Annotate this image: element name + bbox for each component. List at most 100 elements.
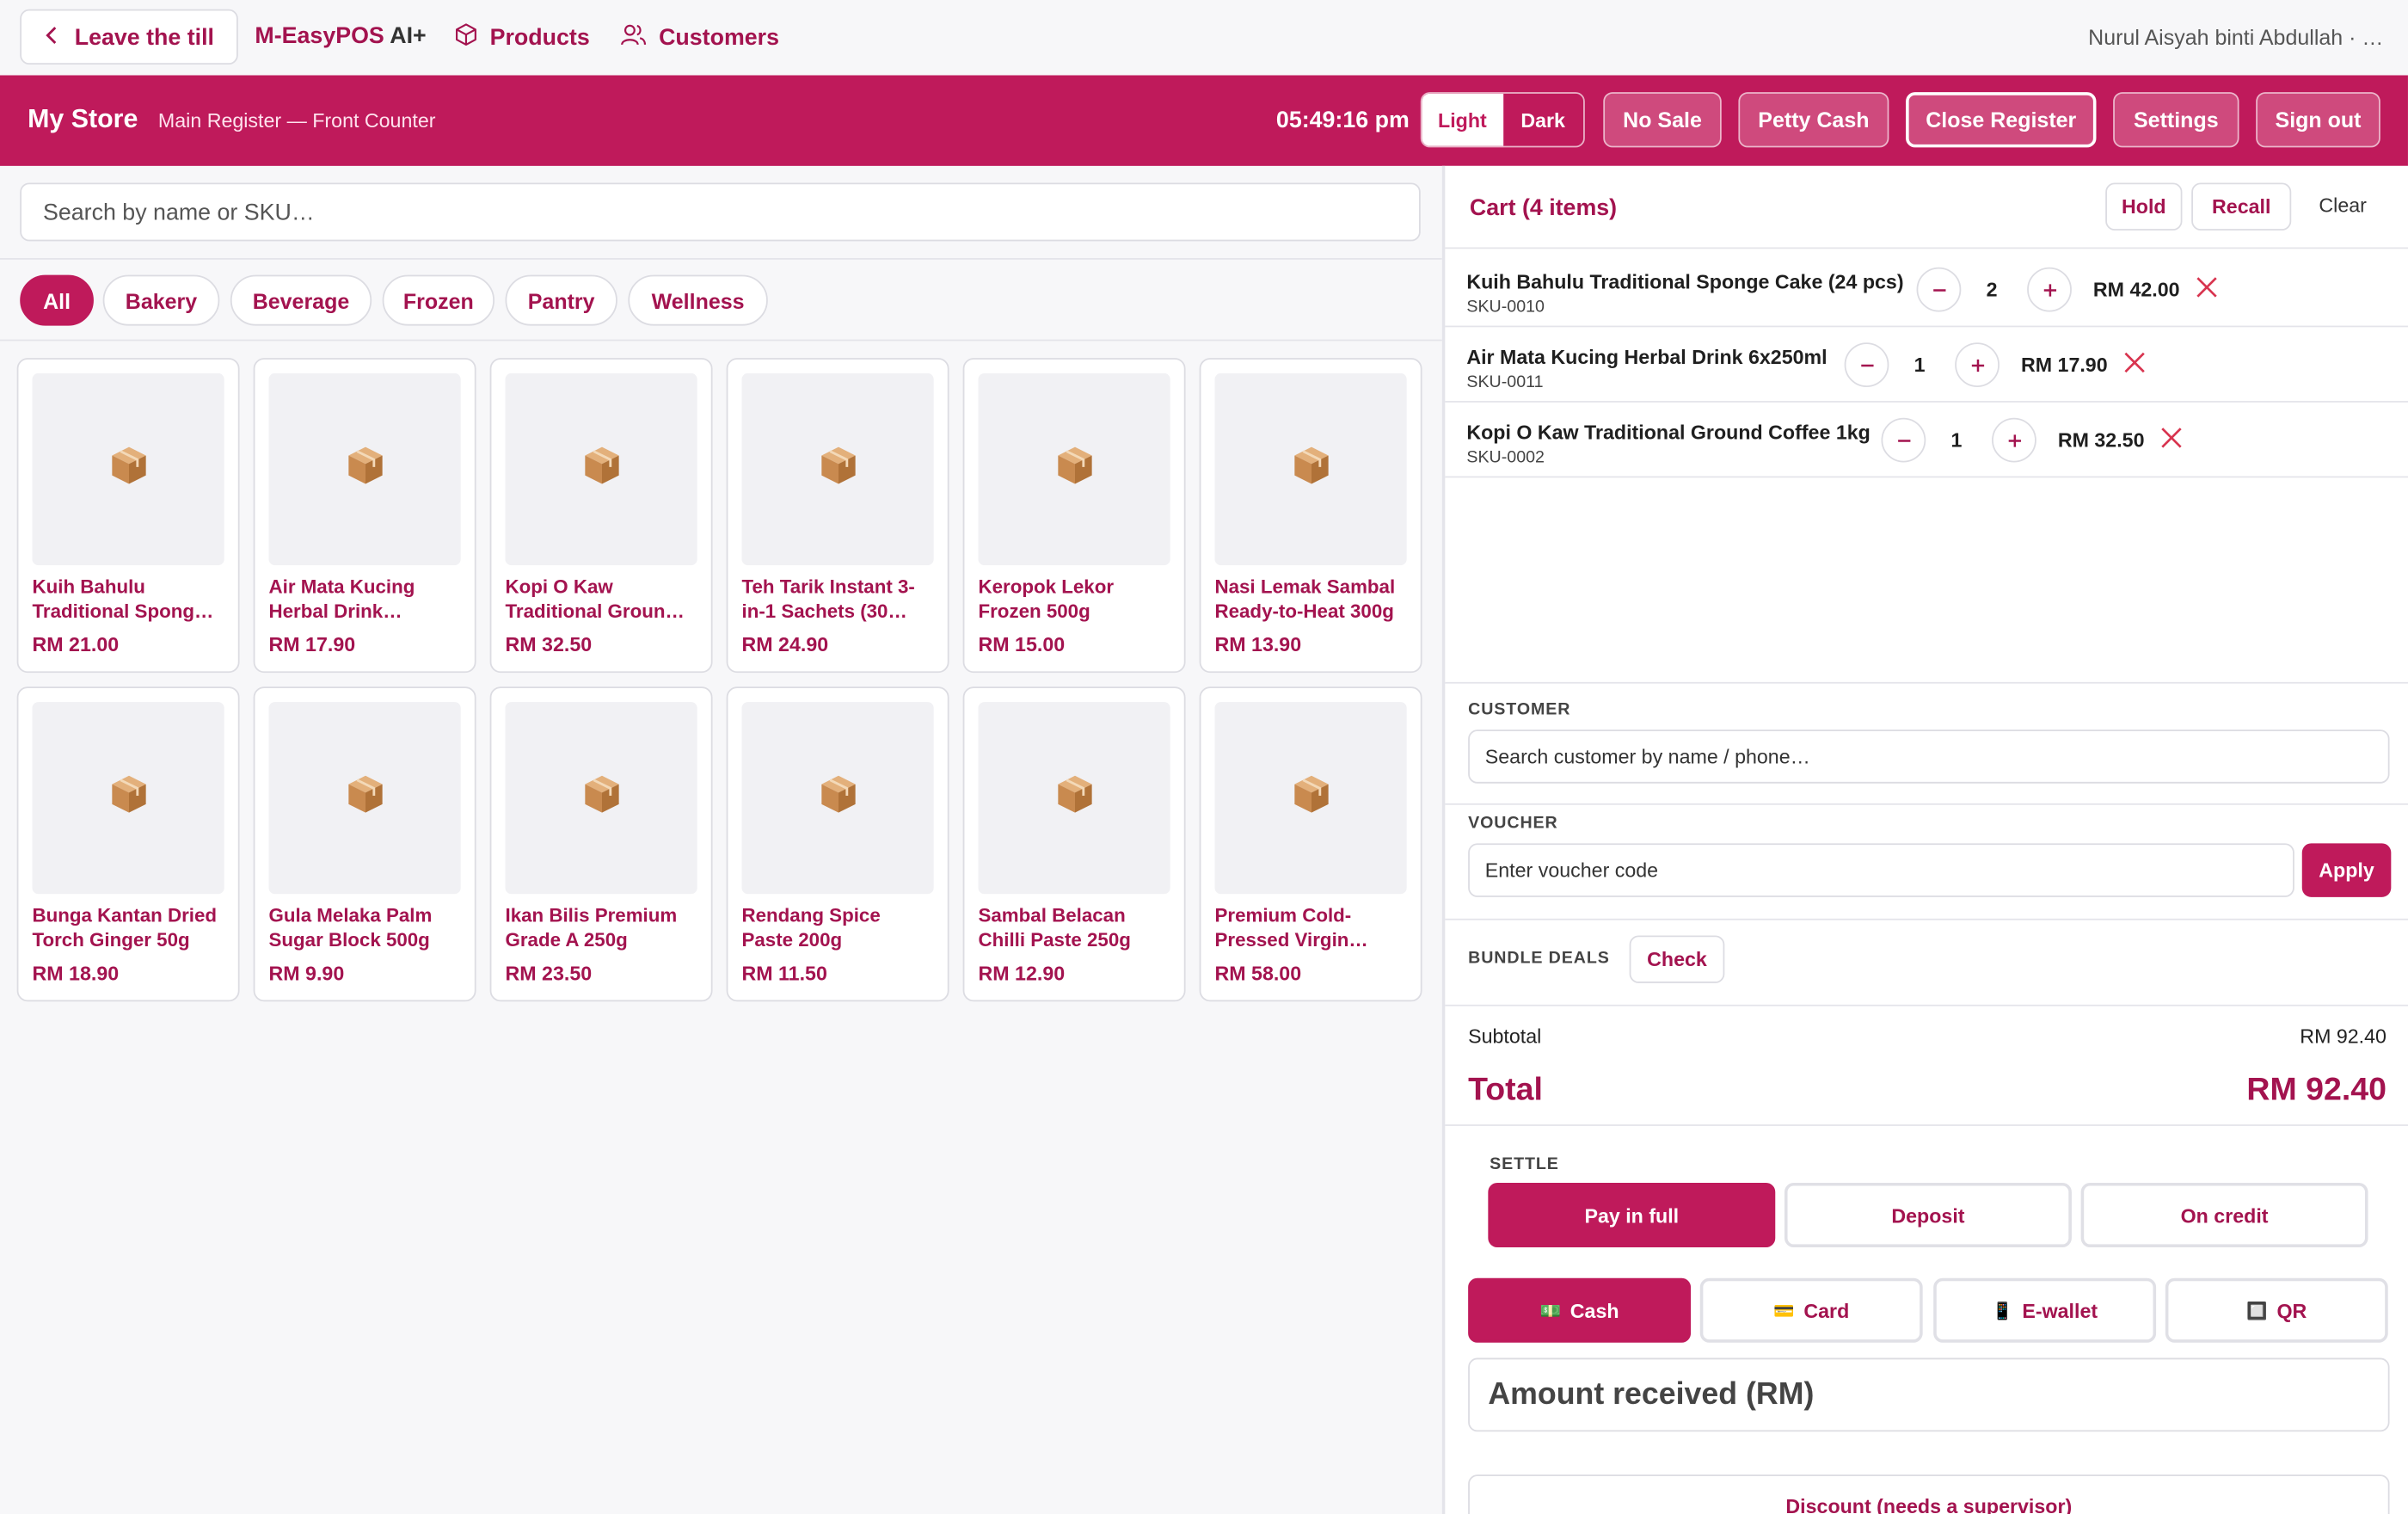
plus-icon xyxy=(2007,434,2021,446)
increase-qty-button[interactable] xyxy=(1955,342,2000,387)
product-card[interactable]: Air Mata Kucing Herbal Drink… RM 17.90 xyxy=(253,358,476,674)
product-card[interactable]: Gula Melaka Palm Sugar Block 500g RM 9.90 xyxy=(253,686,476,1002)
product-name: Ikan Bilis Premium Grade A 250g xyxy=(505,904,678,951)
divider xyxy=(1445,476,2408,478)
pay-method-cash[interactable]: 💵 Cash xyxy=(1468,1277,1692,1343)
pay-method-card[interactable]: 💳 Card xyxy=(1699,1277,1923,1343)
theme-light-button[interactable]: Light xyxy=(1422,93,1503,146)
register-name: Main Register — Front Counter xyxy=(157,108,436,132)
bundle-deals-label: BUNDLE DEALS xyxy=(1468,949,1610,968)
settings-button[interactable]: Settings xyxy=(2113,92,2239,148)
product-price: RM 23.50 xyxy=(505,961,593,985)
nav-customers[interactable]: Customers xyxy=(620,23,779,52)
card-icon: 💳 xyxy=(1773,1302,1795,1320)
product-card[interactable]: Nasi Lemak Sambal Ready-to-Heat 300g RM 1… xyxy=(1199,358,1422,674)
product-thumbnail xyxy=(741,702,934,895)
brand-logo: M-EasyPOS AI+ xyxy=(255,23,426,49)
settle-deposit[interactable]: Deposit xyxy=(1784,1182,2072,1247)
product-thumbnail xyxy=(32,372,224,566)
settle-pay-in-full[interactable]: Pay in full xyxy=(1488,1182,1776,1247)
category-beverage[interactable]: Beverage xyxy=(230,274,372,326)
close-icon xyxy=(2124,352,2145,373)
cart-title: Cart (4 items) xyxy=(1469,194,1618,222)
product-card[interactable]: Keropok Lekor Frozen 500g RM 15.00 xyxy=(962,358,1186,674)
petty-cash-button[interactable]: Petty Cash xyxy=(1738,92,1889,148)
minus-icon xyxy=(1860,363,1873,366)
leave-till-button[interactable]: Leave the till xyxy=(20,9,238,65)
product-name: Air Mata Kucing Herbal Drink… xyxy=(268,575,415,623)
amount-received-input[interactable]: Amount received (RM) xyxy=(1468,1357,2390,1432)
remove-item-button[interactable] xyxy=(2195,275,2222,303)
customer-search-input[interactable]: Search customer by name / phone… xyxy=(1468,729,2390,784)
nav-products[interactable]: Products xyxy=(455,23,590,52)
pay-method-label: E-wallet xyxy=(2022,1298,2098,1322)
cart-item-qty: 2 xyxy=(1986,278,1998,301)
apply-voucher-button[interactable]: Apply xyxy=(2301,843,2392,897)
cart-line: Kopi O Kaw Traditional Ground Coffee 1kg… xyxy=(1445,403,2408,477)
cart-panel: Cart (4 items) Hold Recall Clear Kuih Ba… xyxy=(1441,165,2408,1514)
cart-item-sku: SKU-0011 xyxy=(1466,372,1544,392)
box-icon xyxy=(455,23,478,52)
voucher-input[interactable]: Enter voucher code xyxy=(1468,843,2294,897)
sign-out-button[interactable]: Sign out xyxy=(2256,92,2380,148)
close-register-button[interactable]: Close Register xyxy=(1906,92,2097,148)
divider xyxy=(1445,803,2408,805)
users-icon xyxy=(620,23,647,52)
increase-qty-button[interactable] xyxy=(2027,267,2072,312)
package-icon xyxy=(816,772,859,823)
product-price: RM 32.50 xyxy=(505,632,593,656)
product-name: Premium Cold-Pressed Virgin… xyxy=(1214,904,1368,951)
remove-item-button[interactable] xyxy=(2159,426,2187,453)
divider xyxy=(0,257,1442,260)
package-icon xyxy=(1053,772,1096,823)
theme-dark-button[interactable]: Dark xyxy=(1502,94,1583,146)
check-bundle-button[interactable]: Check xyxy=(1629,935,1725,983)
total-value: RM 92.40 xyxy=(2246,1072,2386,1108)
settle-on-credit[interactable]: On credit xyxy=(2080,1182,2368,1247)
product-price: RM 12.90 xyxy=(978,961,1066,985)
product-card[interactable]: Premium Cold-Pressed Virgin… RM 58.00 xyxy=(1199,686,1422,1002)
clear-cart-button[interactable]: Clear xyxy=(2319,194,2366,217)
product-thumbnail xyxy=(978,702,1170,895)
user-name[interactable]: Nurul Aisyah binti Abdullah · … xyxy=(2088,25,2383,50)
product-card[interactable]: Sambal Belacan Chilli Paste 250g RM 12.90 xyxy=(962,686,1186,1002)
no-sale-button[interactable]: No Sale xyxy=(1603,92,1722,148)
chevron-left-icon xyxy=(44,24,59,50)
decrease-qty-button[interactable] xyxy=(1844,342,1889,387)
product-card[interactable]: Rendang Spice Paste 200g RM 11.50 xyxy=(726,686,949,1002)
hold-button[interactable]: Hold xyxy=(2105,182,2183,231)
product-search-input[interactable]: Search by name or SKU… xyxy=(20,182,1421,242)
plus-icon xyxy=(2042,283,2056,296)
cart-item-sku: SKU-0002 xyxy=(1466,448,1545,467)
category-pantry[interactable]: Pantry xyxy=(505,274,617,326)
product-card[interactable]: Kuih Bahulu Traditional Spong… RM 21.00 xyxy=(16,358,240,674)
product-card[interactable]: Bunga Kantan Dried Torch Ginger 50g RM 18… xyxy=(16,686,240,1002)
product-thumbnail xyxy=(268,702,461,895)
discount-button[interactable]: Discount (needs a supervisor) xyxy=(1468,1474,2390,1514)
subtotal-label: Subtotal xyxy=(1468,1025,1542,1048)
product-card[interactable]: Ikan Bilis Premium Grade A 250g RM 23.50 xyxy=(489,686,713,1002)
product-card[interactable]: Kopi O Kaw Traditional Groun… RM 32.50 xyxy=(489,358,713,674)
decrease-qty-button[interactable] xyxy=(1916,267,1962,312)
product-card[interactable]: Teh Tarik Instant 3-in-1 Sachets (30… RM … xyxy=(726,358,949,674)
category-bakery[interactable]: Bakery xyxy=(102,274,220,326)
product-thumbnail xyxy=(741,372,934,566)
category-all[interactable]: All xyxy=(20,274,94,326)
product-thumbnail xyxy=(505,702,697,895)
settle-label: SETTLE xyxy=(1490,1154,1559,1174)
cart-item-name: Air Mata Kucing Herbal Drink 6x250ml xyxy=(1466,345,1828,369)
remove-item-button[interactable] xyxy=(2122,350,2150,378)
increase-qty-button[interactable] xyxy=(1992,417,2036,463)
package-icon xyxy=(343,444,386,495)
pay-method-label: QR xyxy=(2276,1298,2307,1322)
plus-icon xyxy=(1970,358,1984,372)
product-name: Keropok Lekor Frozen 500g xyxy=(978,575,1115,623)
decrease-qty-button[interactable] xyxy=(1881,417,1926,463)
pay-method-ewallet[interactable]: 📱 E-wallet xyxy=(1933,1277,2157,1343)
category-frozen[interactable]: Frozen xyxy=(382,274,494,326)
cart-item-qty: 1 xyxy=(1950,428,1963,452)
product-price: RM 13.90 xyxy=(1214,632,1302,656)
pay-method-qr[interactable]: 🔲 QR xyxy=(2165,1277,2388,1343)
category-wellness[interactable]: Wellness xyxy=(628,274,768,326)
recall-button[interactable]: Recall xyxy=(2191,182,2292,231)
